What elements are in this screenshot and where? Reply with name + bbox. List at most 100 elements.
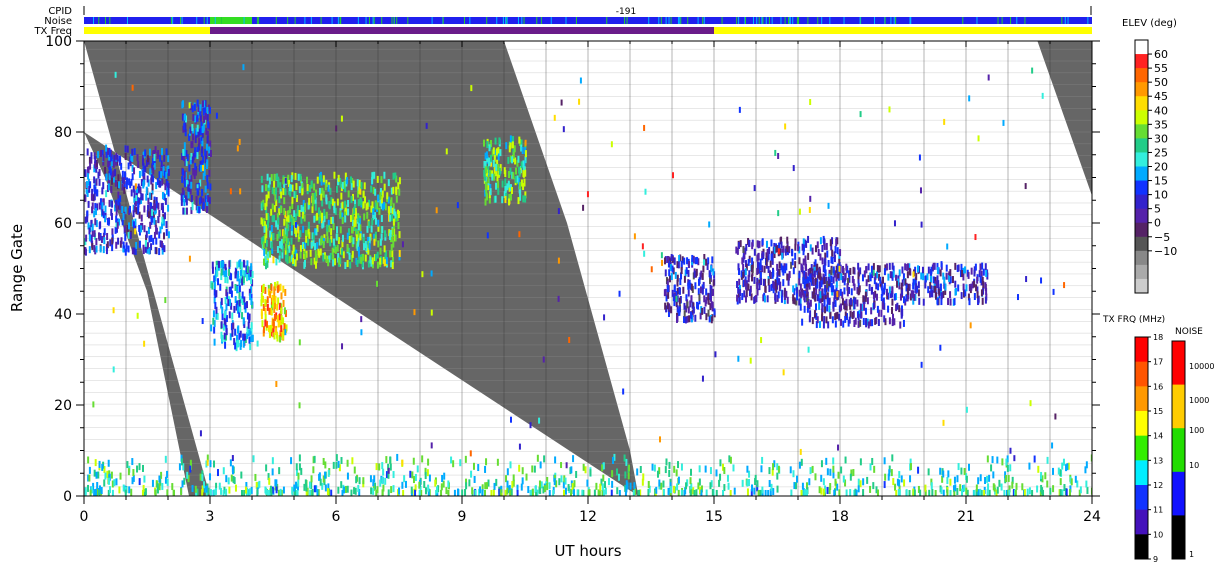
scatter-cell <box>601 483 604 491</box>
scatter-cell <box>85 181 88 189</box>
scatter-cell <box>90 193 93 201</box>
scatter-cell <box>929 281 932 289</box>
scatter-cell <box>249 488 252 496</box>
scatter-cell <box>276 173 279 181</box>
scatter-cell <box>703 306 706 314</box>
scatter-cell <box>518 136 521 144</box>
scatter-cell <box>859 303 862 311</box>
noise-bar-tick <box>431 17 433 24</box>
scatter-cell <box>851 312 854 320</box>
noise-bar-tick <box>517 17 519 24</box>
scatter-cell <box>865 318 868 326</box>
scatter-cell <box>791 258 794 266</box>
scatter-cell <box>689 477 692 485</box>
scatter-cell <box>227 477 230 485</box>
scatter-cell <box>213 338 216 346</box>
scatter-cell <box>363 182 366 190</box>
scatter-cell <box>511 141 514 149</box>
scatter-cell <box>456 202 459 209</box>
scatter-cell <box>297 226 300 234</box>
scatter-cell <box>220 298 223 306</box>
scatter-cell <box>808 315 811 323</box>
scatter-cell <box>845 263 848 271</box>
scatter-cell <box>485 151 488 159</box>
scatter-cell <box>280 325 283 333</box>
scatter-cell <box>397 222 400 230</box>
scatter-cell <box>825 242 828 250</box>
scatter-cell <box>883 315 886 323</box>
scatter-cell <box>401 481 404 489</box>
scatter-cell <box>394 234 397 242</box>
scatter-cell <box>498 137 501 145</box>
scatter-cell <box>612 456 615 464</box>
scatter-cell <box>708 221 711 228</box>
scatter-cell <box>658 436 661 443</box>
noise-bar-tick <box>962 17 964 24</box>
scatter-cell <box>912 271 915 278</box>
scatter-cell <box>658 479 661 487</box>
scatter-cell <box>212 310 215 318</box>
scatter-cell <box>114 179 117 187</box>
scatter-cell <box>242 276 245 284</box>
scatter-cell <box>140 225 143 233</box>
scatter-cell <box>1040 471 1043 479</box>
scatter-cell <box>775 245 778 253</box>
scatter-cell <box>165 171 168 179</box>
scatter-cell <box>888 286 891 294</box>
noise-bar-tick <box>320 17 322 24</box>
scatter-cell <box>362 253 365 261</box>
scatter-cell <box>389 214 392 222</box>
scatter-cell <box>284 177 287 184</box>
scatter-cell <box>385 257 388 265</box>
noise-bar-tick <box>1024 17 1026 24</box>
scatter-cell <box>106 470 109 478</box>
scatter-cell <box>932 262 935 270</box>
scatter-cell <box>492 159 495 167</box>
scatter-cell <box>376 251 379 259</box>
scatter-cell <box>280 205 283 213</box>
scatter-cell <box>495 182 498 190</box>
scatter-cell <box>105 190 108 198</box>
scatter-cell <box>680 463 683 471</box>
scatter-cell <box>163 232 166 240</box>
scatter-cell <box>338 257 341 265</box>
scatter-cell <box>521 467 524 475</box>
scatter-cell <box>486 141 489 149</box>
scatter-cell <box>987 74 990 81</box>
scatter-cell <box>412 457 415 465</box>
scatter-cell <box>233 305 236 313</box>
scatter-cell <box>119 195 122 203</box>
scatter-cell <box>857 262 860 270</box>
scatter-cell <box>848 316 851 324</box>
scatter-cell <box>698 465 701 473</box>
scatter-cell <box>353 220 356 228</box>
scatter-cell <box>633 233 636 240</box>
noise-bar-tick <box>859 17 861 24</box>
scatter-cell <box>201 146 204 154</box>
scatter-cell <box>753 248 756 256</box>
noise-bar-tick <box>170 17 172 24</box>
noise-bar-tick <box>736 17 738 24</box>
scatter-cell <box>557 257 560 264</box>
elev-colorbar-cell <box>1135 236 1148 252</box>
scatter-cell <box>898 471 901 479</box>
scatter-cell <box>782 279 785 287</box>
scatter-cell <box>660 252 663 259</box>
scatter-cell <box>960 263 963 271</box>
scatter-cell <box>1054 413 1057 420</box>
scatter-cell <box>595 482 598 490</box>
scatter-cell <box>266 173 269 181</box>
cpid-value: -191 <box>616 7 636 17</box>
noise-bar-tick <box>761 17 763 24</box>
x-tick-label: 6 <box>332 509 341 525</box>
scatter-cell <box>963 467 966 475</box>
scatter-cell <box>801 482 804 490</box>
scatter-cell <box>211 261 214 269</box>
scatter-cell <box>371 218 374 226</box>
noise-bar-tick <box>648 17 650 24</box>
scatter-cell <box>393 208 396 216</box>
scatter-cell <box>667 291 670 299</box>
scatter-cell <box>225 289 228 297</box>
scatter-cell <box>151 479 154 487</box>
noise-bar-tick <box>665 17 667 24</box>
